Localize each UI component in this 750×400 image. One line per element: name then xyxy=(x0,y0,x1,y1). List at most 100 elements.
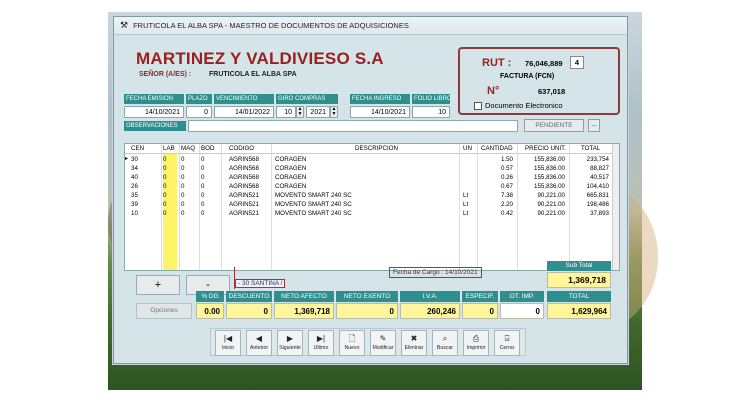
toolbar-button-label: Anterior xyxy=(249,345,269,351)
table-row[interactable]: 30 0 0 0 AGRIN568 CORAGEN 1.50 155,836.00 233,75… xyxy=(125,155,619,164)
table-cell: 40,517 xyxy=(590,174,609,181)
table-cell: 155,836.00 xyxy=(534,165,565,172)
col-codigo: CODIGO xyxy=(229,145,255,152)
electronic-document-checkbox[interactable]: Documento Electronico xyxy=(474,101,563,110)
total-hdr-neto-exento: NETO EXENTO xyxy=(336,291,398,302)
table-row[interactable]: 34 0 0 0 AGRIN568 CORAGEN 0.57 155,836.00 88,827 xyxy=(125,164,619,173)
fecha-emision-field[interactable]: 14/10/2021 xyxy=(124,106,184,118)
table-cell: 155,836.00 xyxy=(534,183,565,190)
table-cell: 233,754 xyxy=(586,156,609,163)
siguiente-button[interactable]: ▶ Siguiente xyxy=(277,330,303,356)
binoculars-icon: ⌕ xyxy=(442,334,448,343)
col-bod: BOD xyxy=(201,145,215,152)
total-descuento-value[interactable]: 0 xyxy=(226,303,272,319)
rut-check-digit[interactable]: 4 xyxy=(570,56,584,69)
table-cell: 0 xyxy=(201,183,205,190)
toolbar-button-label: Modificar xyxy=(372,345,394,351)
table-cell: 0 xyxy=(163,183,167,190)
items-grid[interactable]: CEN LAB MAQ BOD CODIGO DESCRIPCION UN CA… xyxy=(124,143,620,271)
next-record-icon: ▶ xyxy=(286,334,294,343)
table-cell: 0 xyxy=(181,210,185,217)
giro-month-field[interactable]: 10 xyxy=(276,106,296,118)
table-cell: Lt xyxy=(463,210,469,217)
table-row[interactable]: 39 0 0 0 AGRIN521 MOVENTO SMART 240 SC Lt 2.20 9… xyxy=(125,200,619,209)
total-ot-imp-value[interactable]: 0 xyxy=(500,303,544,319)
total-hdr-total: TOTAL xyxy=(547,291,611,302)
total-especif-value[interactable]: 0 xyxy=(462,303,498,319)
table-cell: 35 xyxy=(131,192,138,199)
table-cell: 0.26 xyxy=(500,174,513,181)
more-options-button[interactable]: ... xyxy=(588,119,600,132)
col-precio-unit: PRECIO UNIT. xyxy=(525,145,566,152)
table-row[interactable]: 26 0 0 0 AGRIN568 CORAGEN 0.67 155,836.00 104,41… xyxy=(125,182,619,191)
plazo-field[interactable]: 0 xyxy=(186,106,212,118)
document-type: FACTURA (FCN) xyxy=(500,73,555,80)
door-exit-icon: ⍈ xyxy=(504,334,510,343)
total-hdr-iva: I.V.A. xyxy=(400,291,460,302)
table-row[interactable]: 40 0 0 0 AGRIN568 CORAGEN 0.26 155,836.00 40,517 xyxy=(125,173,619,182)
table-cell: 0 xyxy=(201,174,205,181)
toolbar-button-label: Imprimir xyxy=(466,345,486,351)
table-row[interactable]: 10 0 0 0 AGRIN521 MOVENTO SMART 240 SC Lt 0.42 9… xyxy=(125,209,619,218)
col-lab: LAB xyxy=(163,145,175,152)
cerrar-button[interactable]: ⍈ Cerrar xyxy=(494,330,520,356)
giro-year-field[interactable]: 2021 xyxy=(306,106,330,118)
col-total: TOTAL xyxy=(581,145,601,152)
nuevo-button[interactable]: 🗋 Nuevo xyxy=(339,330,365,356)
buscar-button[interactable]: ⌕ Buscar xyxy=(432,330,458,356)
table-row[interactable]: 35 0 0 0 AGRIN521 MOVENTO SMART 240 SC Lt 7.38 9… xyxy=(125,191,619,200)
imprimir-button[interactable]: ⎙ Imprimir xyxy=(463,330,489,356)
ultimo-button[interactable]: ▶| Ultimo xyxy=(308,330,334,356)
delete-icon: ✖ xyxy=(410,334,418,343)
grid-scrollbar[interactable] xyxy=(612,144,619,270)
total-hdr-especif: ESPECIF. xyxy=(462,291,498,302)
table-cell: AGRIN521 xyxy=(229,192,259,199)
table-cell: MOVENTO SMART 240 SC xyxy=(275,201,352,208)
fecha-ingreso-field[interactable]: 14/10/2021 xyxy=(350,106,410,118)
observaciones-field[interactable] xyxy=(188,120,518,132)
checkbox-box[interactable] xyxy=(474,101,482,110)
anterior-button[interactable]: ◀ Anterior xyxy=(246,330,272,356)
opciones-button[interactable]: Opciones xyxy=(136,303,192,319)
inicio-button[interactable]: |◀ Inicio xyxy=(215,330,241,356)
first-record-icon: |◀ xyxy=(223,334,233,343)
table-cell: MOVENTO SMART 240 SC xyxy=(275,192,352,199)
folio-libro-field[interactable]: 10 xyxy=(412,106,450,118)
fecha-emision-label: FECHA EMISION xyxy=(124,94,184,104)
table-cell: 155,836.00 xyxy=(534,156,565,163)
table-cell: 0.42 xyxy=(500,210,513,217)
document-number: 637,018 xyxy=(538,87,566,96)
pendiente-button[interactable]: PENDIENTE xyxy=(524,119,584,132)
add-row-button[interactable]: + xyxy=(136,275,180,295)
table-cell: MOVENTO SMART 240 SC xyxy=(275,210,352,217)
total-hdr-dg: % DG xyxy=(196,291,224,302)
table-cell: 0 xyxy=(181,174,185,181)
table-cell: 0 xyxy=(163,210,167,217)
total-neto-exento-value: 0 xyxy=(336,303,398,319)
modificar-button[interactable]: ✎ Modificar xyxy=(370,330,396,356)
table-cell: AGRIN568 xyxy=(229,183,259,190)
vencimiento-field[interactable]: 14/01/2022 xyxy=(214,106,274,118)
table-cell: CORAGEN xyxy=(275,156,307,163)
eliminar-button[interactable]: ✖ Eliminar xyxy=(401,330,427,356)
giro-year-spinner[interactable]: ▲ ▼ xyxy=(330,106,338,118)
toolbar-button-label: Buscar xyxy=(436,345,454,351)
giro-month-spinner[interactable]: ▲ ▼ xyxy=(296,106,304,118)
col-un: UN xyxy=(463,145,472,152)
table-cell: AGRIN521 xyxy=(229,201,259,208)
table-cell: Lt xyxy=(463,192,469,199)
document-number-label: N° xyxy=(487,85,500,97)
total-iva-value: 260,246 xyxy=(400,303,460,319)
table-cell: 37,893 xyxy=(590,210,609,217)
table-cell: 0 xyxy=(163,174,167,181)
total-hdr-neto-afecto: NETO AFECTO xyxy=(274,291,334,302)
table-cell: 0 xyxy=(201,156,205,163)
table-cell: 0 xyxy=(181,156,185,163)
last-record-icon: ▶| xyxy=(316,334,326,343)
table-cell: 90,221.00 xyxy=(537,210,565,217)
santina-tag: - 30 SANTINA / xyxy=(235,279,286,288)
table-cell: 0.57 xyxy=(500,165,513,172)
table-cell: 34 xyxy=(131,165,138,172)
total-dg-value[interactable]: 0.00 xyxy=(196,303,224,319)
printer-icon: ⎙ xyxy=(472,334,480,343)
